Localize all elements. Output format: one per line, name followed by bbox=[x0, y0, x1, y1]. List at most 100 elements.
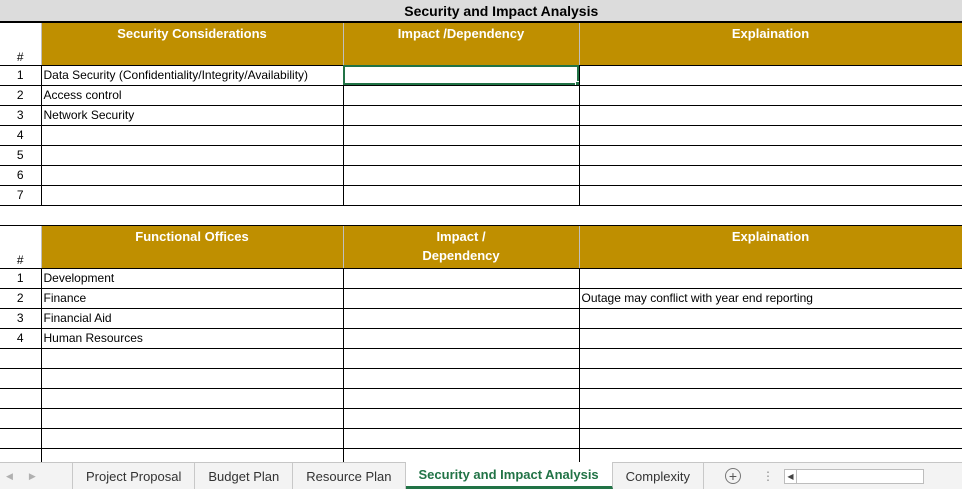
sheet-tab[interactable]: Complexity bbox=[613, 463, 704, 489]
row-number[interactable] bbox=[0, 408, 42, 429]
impact-cell[interactable] bbox=[343, 85, 580, 106]
plus-circle-icon: + bbox=[724, 468, 741, 484]
row-number[interactable] bbox=[0, 428, 42, 449]
impact-cell[interactable] bbox=[343, 388, 580, 409]
row-number[interactable]: 2 bbox=[0, 288, 42, 309]
next-sheet-icon[interactable]: ▶ bbox=[29, 471, 36, 482]
sheet-title[interactable]: Security and Impact Analysis bbox=[41, 0, 962, 23]
sheet-tab[interactable]: Resource Plan bbox=[293, 463, 406, 489]
num-header[interactable]: # bbox=[0, 22, 42, 66]
item-cell[interactable]: Financial Aid bbox=[41, 308, 344, 329]
table-row: 4 bbox=[0, 125, 962, 146]
item-cell[interactable]: Access control bbox=[41, 85, 344, 106]
explanation-cell[interactable] bbox=[579, 125, 962, 146]
item-cell[interactable] bbox=[41, 388, 344, 409]
title-row: Security and Impact Analysis bbox=[0, 0, 962, 23]
row-number[interactable] bbox=[0, 368, 42, 389]
row-number[interactable]: 2 bbox=[0, 85, 42, 106]
add-sheet-button[interactable]: + bbox=[718, 463, 748, 489]
item-cell[interactable] bbox=[41, 185, 344, 206]
header-impact-line1: Impact / bbox=[436, 228, 486, 244]
impact-cell[interactable] bbox=[343, 408, 580, 429]
impact-cell[interactable] bbox=[343, 268, 580, 289]
impact-cell[interactable] bbox=[343, 185, 580, 206]
table-row: 3 Financial Aid bbox=[0, 308, 962, 329]
prev-sheet-icon[interactable]: ◀ bbox=[6, 471, 13, 482]
row-number[interactable]: 3 bbox=[0, 105, 42, 126]
item-cell[interactable]: Finance bbox=[41, 288, 344, 309]
row-number[interactable]: 7 bbox=[0, 185, 42, 206]
row-number[interactable]: 5 bbox=[0, 145, 42, 166]
spacer-cell[interactable] bbox=[0, 205, 962, 226]
row-number[interactable]: 4 bbox=[0, 125, 42, 146]
row-number[interactable] bbox=[0, 388, 42, 409]
explanation-cell[interactable] bbox=[579, 348, 962, 369]
row-number[interactable] bbox=[0, 448, 42, 462]
item-cell[interactable]: Development bbox=[41, 268, 344, 289]
row-number[interactable]: 1 bbox=[0, 65, 42, 86]
tab-split-handle-icon[interactable]: ⋮ bbox=[758, 463, 778, 489]
impact-cell[interactable] bbox=[343, 448, 580, 462]
item-cell[interactable] bbox=[41, 368, 344, 389]
scroll-left-icon[interactable]: ◀ bbox=[785, 469, 797, 483]
explanation-cell[interactable] bbox=[579, 328, 962, 349]
explanation-cell[interactable] bbox=[579, 408, 962, 429]
table-row bbox=[0, 368, 962, 389]
header-security-considerations[interactable]: Security Considerations bbox=[41, 22, 344, 66]
table-row bbox=[0, 348, 962, 369]
sheet-tab[interactable]: Budget Plan bbox=[195, 463, 294, 489]
item-cell[interactable] bbox=[41, 448, 344, 462]
explanation-cell[interactable] bbox=[579, 448, 962, 462]
impact-cell[interactable] bbox=[343, 308, 580, 329]
explanation-cell[interactable] bbox=[579, 428, 962, 449]
explanation-cell[interactable] bbox=[579, 145, 962, 166]
item-cell[interactable] bbox=[41, 145, 344, 166]
explanation-cell[interactable]: Outage may conflict with year end report… bbox=[579, 288, 962, 309]
explanation-cell[interactable] bbox=[579, 165, 962, 186]
table-row: 4 Human Resources bbox=[0, 328, 962, 349]
explanation-cell[interactable] bbox=[579, 105, 962, 126]
title-blank-cell[interactable] bbox=[0, 0, 41, 23]
impact-cell[interactable] bbox=[343, 65, 580, 86]
impact-cell[interactable] bbox=[343, 328, 580, 349]
item-cell[interactable] bbox=[41, 348, 344, 369]
explanation-cell[interactable] bbox=[579, 388, 962, 409]
impact-cell[interactable] bbox=[343, 288, 580, 309]
num-header[interactable]: # bbox=[0, 225, 42, 269]
item-cell[interactable]: Data Security (Confidentiality/Integrity… bbox=[41, 65, 344, 86]
item-cell[interactable] bbox=[41, 165, 344, 186]
item-cell[interactable]: Human Resources bbox=[41, 328, 344, 349]
row-number[interactable]: 3 bbox=[0, 308, 42, 329]
item-cell[interactable] bbox=[41, 408, 344, 429]
impact-cell[interactable] bbox=[343, 348, 580, 369]
header-impact-dependency[interactable]: Impact / Dependency bbox=[343, 225, 580, 269]
table-row bbox=[0, 428, 962, 449]
explanation-cell[interactable] bbox=[579, 65, 962, 86]
header-functional-offices[interactable]: Functional Offices bbox=[41, 225, 344, 269]
explanation-cell[interactable] bbox=[579, 185, 962, 206]
row-number[interactable]: 1 bbox=[0, 268, 42, 289]
impact-cell[interactable] bbox=[343, 105, 580, 126]
item-cell[interactable] bbox=[41, 125, 344, 146]
explanation-cell[interactable] bbox=[579, 268, 962, 289]
sheet-tab[interactable]: Project Proposal bbox=[72, 463, 196, 489]
item-cell[interactable] bbox=[41, 428, 344, 449]
header-explanation[interactable]: Explaination bbox=[579, 22, 962, 66]
impact-cell[interactable] bbox=[343, 165, 580, 186]
header-impact-dependency[interactable]: Impact /Dependency bbox=[343, 22, 580, 66]
row-number[interactable] bbox=[0, 348, 42, 369]
item-cell[interactable]: Network Security bbox=[41, 105, 344, 126]
explanation-cell[interactable] bbox=[579, 85, 962, 106]
scrollbar-track[interactable]: ◀ bbox=[783, 468, 924, 484]
sheet-tab[interactable]: Security and Impact Analysis bbox=[405, 462, 613, 489]
impact-cell[interactable] bbox=[343, 125, 580, 146]
header-explanation[interactable]: Explaination bbox=[579, 225, 962, 269]
row-number[interactable]: 6 bbox=[0, 165, 42, 186]
row-number[interactable]: 4 bbox=[0, 328, 42, 349]
impact-cell[interactable] bbox=[343, 145, 580, 166]
impact-cell[interactable] bbox=[343, 368, 580, 389]
impact-cell[interactable] bbox=[343, 428, 580, 449]
explanation-cell[interactable] bbox=[579, 368, 962, 389]
horizontal-scrollbar[interactable]: ◀ bbox=[778, 463, 962, 489]
explanation-cell[interactable] bbox=[579, 308, 962, 329]
